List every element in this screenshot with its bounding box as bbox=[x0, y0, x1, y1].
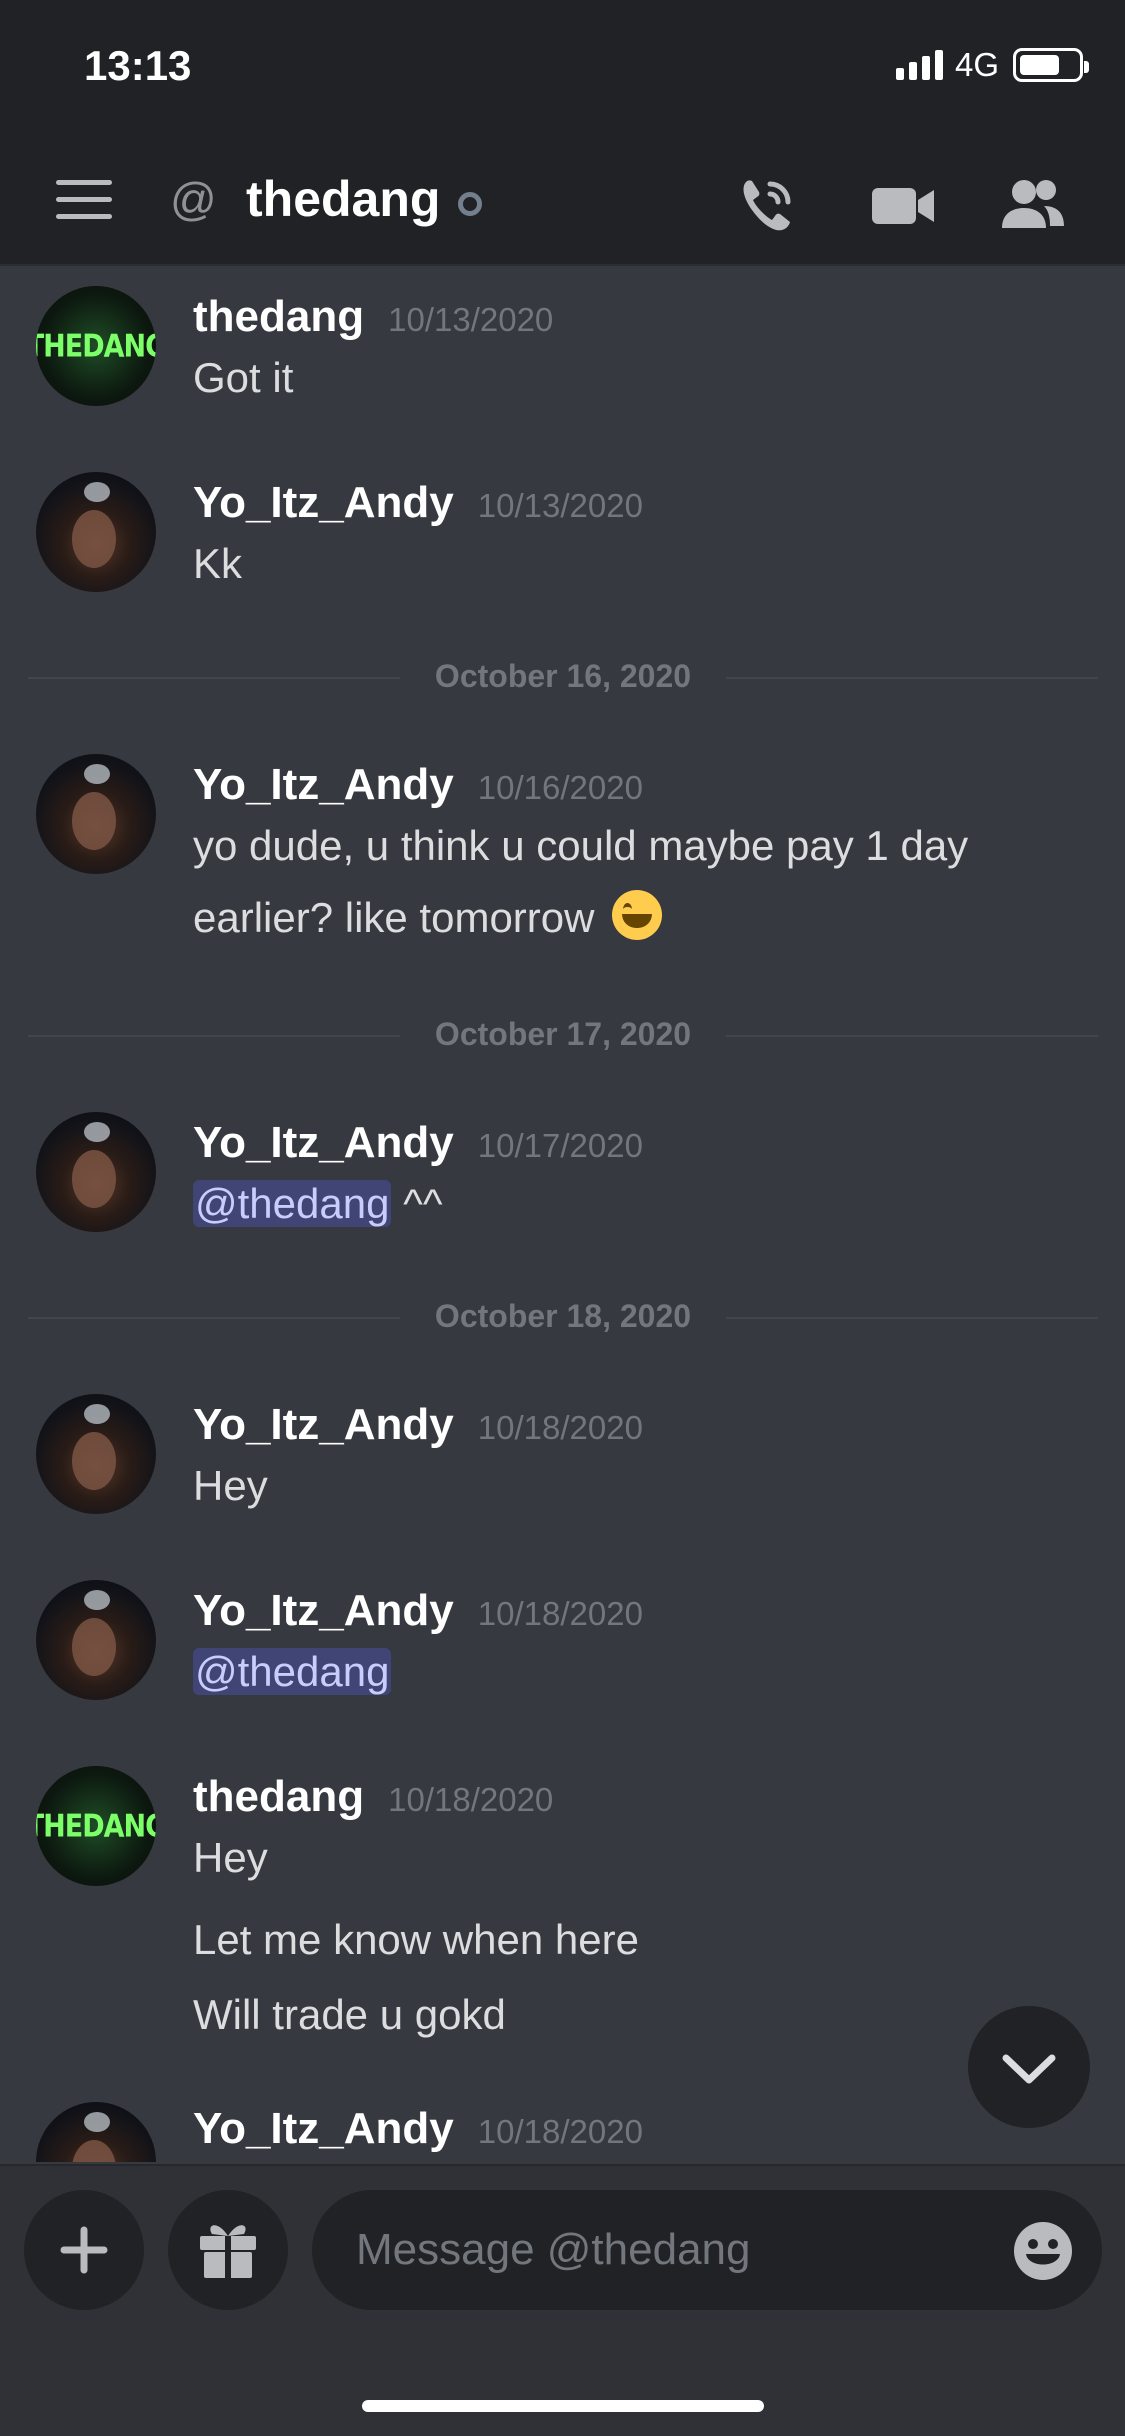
timestamp: 10/17/2020 bbox=[477, 1127, 643, 1164]
channel-header: @ thedang bbox=[0, 140, 1125, 266]
channel-name[interactable]: thedang bbox=[246, 170, 440, 228]
avatar[interactable] bbox=[36, 472, 156, 592]
user-mention[interactable]: @thedang bbox=[193, 1648, 392, 1695]
timestamp: 10/18/2020 bbox=[388, 1781, 554, 1818]
jump-to-bottom-button[interactable] bbox=[968, 2006, 1090, 2128]
date-divider-label: October 17, 2020 bbox=[434, 1016, 692, 1052]
message-text: yo dude, u think u could maybe pay 1 day… bbox=[193, 810, 1073, 954]
timestamp: 10/18/2020 bbox=[477, 1595, 643, 1632]
status-dot-icon bbox=[458, 192, 482, 216]
timestamp: 10/13/2020 bbox=[477, 487, 643, 524]
author-name[interactable]: Yo_Itz_Andy bbox=[193, 1118, 454, 1168]
message-composer bbox=[0, 2164, 1125, 2436]
avatar[interactable] bbox=[36, 754, 156, 874]
message-text: Got it bbox=[193, 354, 294, 401]
battery-icon bbox=[1013, 48, 1089, 82]
gift-button[interactable] bbox=[168, 2190, 288, 2310]
grinning-emoji-icon bbox=[612, 890, 663, 940]
author-name[interactable]: Yo_Itz_Andy bbox=[193, 1586, 454, 1636]
message-text: @thedang ^^ bbox=[193, 1174, 1073, 1234]
message-line: Hey bbox=[193, 1834, 268, 1881]
menu-icon[interactable] bbox=[56, 180, 112, 220]
status-time: 13:13 bbox=[84, 42, 192, 89]
author-name[interactable]: Yo_Itz_Andy bbox=[193, 1400, 454, 1450]
timestamp: 10/18/2020 bbox=[477, 1409, 643, 1446]
status-bar: 13:13 4G bbox=[0, 0, 1125, 140]
avatar[interactable] bbox=[36, 1394, 156, 1514]
message-text: @thedang bbox=[193, 1642, 1073, 1702]
author-name[interactable]: thedang bbox=[193, 1772, 364, 1822]
network-label: 4G bbox=[954, 46, 999, 83]
avatar[interactable] bbox=[36, 1112, 156, 1232]
message-text: Hey bbox=[193, 1462, 268, 1509]
message-line: Will trade u gokd bbox=[193, 1991, 506, 2038]
date-divider: October 17, 2020 bbox=[28, 1016, 1098, 1056]
message-text: Kk bbox=[193, 540, 243, 587]
emoji-icon[interactable] bbox=[1012, 2220, 1074, 2282]
status-indicators: 4G bbox=[895, 46, 1089, 84]
avatar[interactable]: THEDANG bbox=[36, 286, 156, 406]
battery-level bbox=[1020, 55, 1060, 75]
user-mention[interactable]: @thedang bbox=[193, 1180, 392, 1227]
message-line: Let me know when here bbox=[193, 1916, 639, 1963]
date-divider-label: October 16, 2020 bbox=[434, 658, 692, 694]
message-list[interactable]: THEDANG thedang 10/13/2020 Got it Yo_Itz… bbox=[0, 268, 1125, 2162]
members-icon[interactable] bbox=[998, 170, 1068, 240]
avatar[interactable] bbox=[36, 2102, 156, 2162]
message-text: Hey Let me know when here Will trade u g… bbox=[193, 1828, 1073, 2052]
plus-icon bbox=[60, 2226, 108, 2274]
attach-button[interactable] bbox=[24, 2190, 144, 2310]
message-input-box[interactable] bbox=[312, 2190, 1102, 2310]
timestamp: 10/13/2020 bbox=[388, 301, 554, 338]
message-input[interactable] bbox=[356, 2190, 956, 2310]
avatar[interactable] bbox=[36, 1580, 156, 1700]
author-name[interactable]: Yo_Itz_Andy bbox=[193, 478, 454, 528]
video-icon[interactable] bbox=[868, 170, 938, 240]
avatar-logo-text: THEDANG bbox=[36, 1808, 156, 1844]
message-line-text: earlier? like tomorrow bbox=[193, 894, 595, 941]
at-icon: @ bbox=[170, 173, 217, 225]
author-name[interactable]: thedang bbox=[193, 292, 364, 342]
date-divider: October 16, 2020 bbox=[28, 658, 1098, 698]
avatar[interactable]: THEDANG bbox=[36, 1766, 156, 1886]
avatar-logo-text: THEDANG bbox=[36, 328, 156, 364]
date-divider: October 18, 2020 bbox=[28, 1298, 1098, 1338]
author-name[interactable]: Yo_Itz_Andy bbox=[193, 2104, 454, 2154]
date-divider-label: October 18, 2020 bbox=[434, 1298, 692, 1334]
chevron-down-icon bbox=[1002, 2054, 1056, 2084]
message-suffix: ^^ bbox=[391, 1180, 443, 1227]
message-line: earlier? like tomorrow bbox=[193, 882, 1073, 954]
timestamp: 10/18/2020 bbox=[477, 2113, 643, 2150]
home-indicator[interactable] bbox=[362, 2400, 764, 2412]
author-name[interactable]: Yo_Itz_Andy bbox=[193, 760, 454, 810]
message-line: yo dude, u think u could maybe pay 1 day bbox=[193, 822, 969, 869]
call-icon[interactable] bbox=[732, 170, 802, 240]
signal-icon bbox=[895, 50, 943, 80]
gift-icon bbox=[200, 2225, 256, 2278]
timestamp: 10/16/2020 bbox=[477, 769, 643, 806]
